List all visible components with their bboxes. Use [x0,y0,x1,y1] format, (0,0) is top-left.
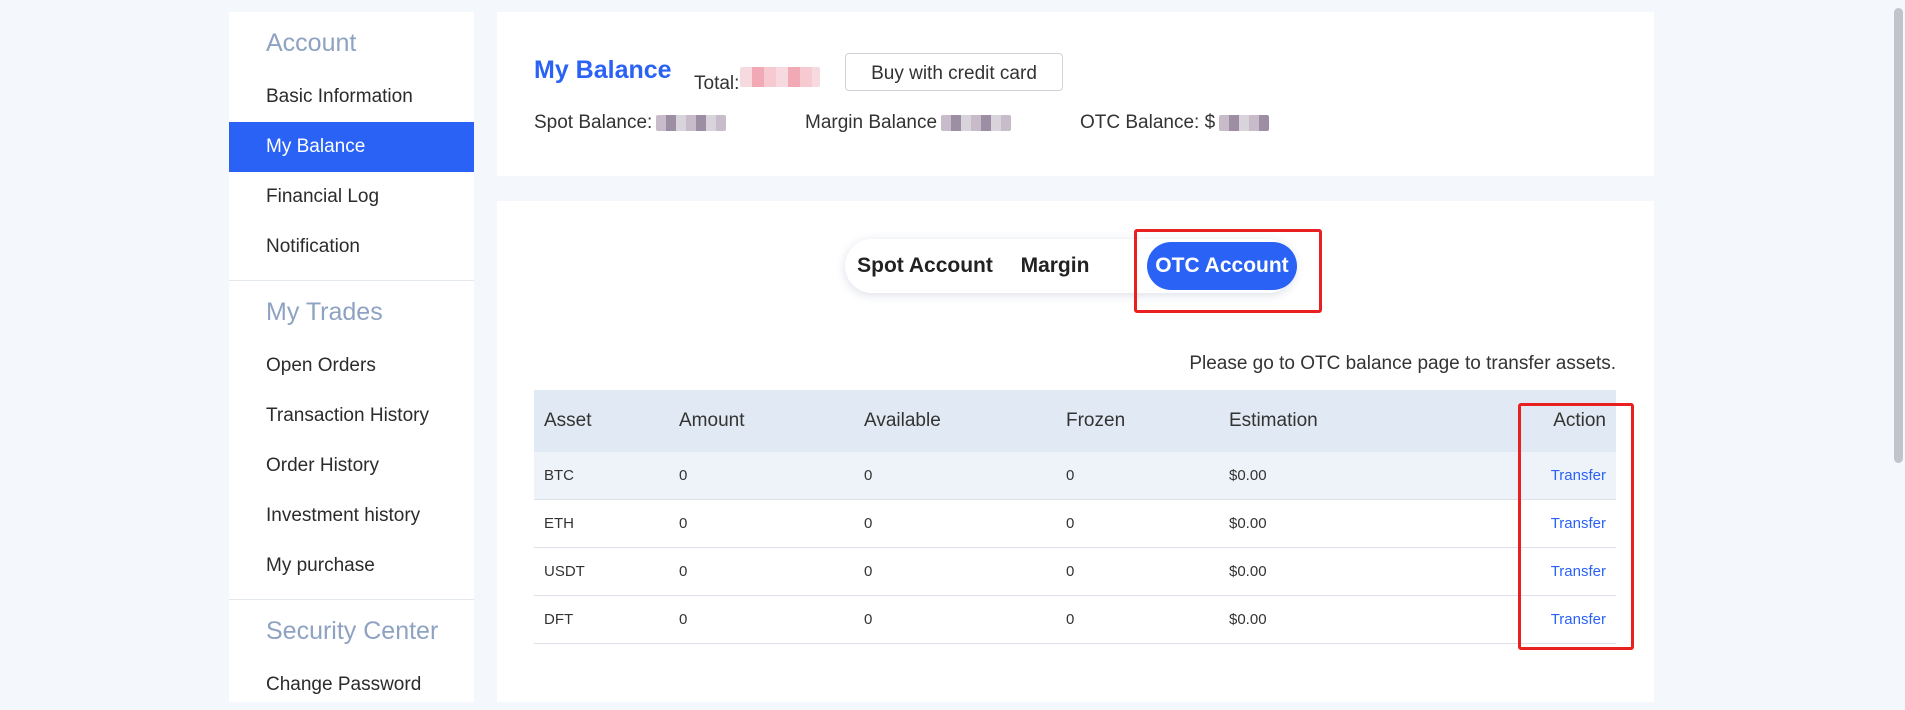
otc-balance-value-redacted [1219,114,1270,131]
column-header-amount: Amount [669,390,854,452]
cell-action: Transfer [1444,547,1616,596]
total-label: Total: [694,73,740,94]
sidebar-item-investment-history[interactable]: Investment history [229,491,474,541]
sidebar-item-order-history[interactable]: Order History [229,441,474,491]
sidebar-item-my-purchase[interactable]: My purchase [229,541,474,591]
cell-asset: BTC [534,452,669,500]
column-header-action: Action [1444,390,1616,452]
cell-estimation: $0.00 [1219,452,1445,500]
cell-frozen: 0 [1056,595,1219,644]
transfer-link[interactable]: Transfer [1551,467,1606,484]
account-tabs: Spot Account Margin OTC Account [845,239,1297,293]
table-row: ETH 0 0 0 $0.00 Transfer [534,499,1616,548]
transfer-link[interactable]: Transfer [1551,611,1606,628]
sidebar-item-open-orders[interactable]: Open Orders [229,341,474,391]
sidebar-section-my-trades: My Trades Open Orders Transaction Histor… [229,281,474,600]
spot-balance: Spot Balance: [534,112,727,134]
asset-table: Asset Amount Available Frozen Estimation… [534,390,1616,644]
cell-frozen: 0 [1056,499,1219,548]
margin-balance-value-redacted [941,114,1012,131]
cell-available: 0 [854,595,1056,644]
sidebar: Account Basic Information My Balance Fin… [229,12,474,702]
table-row: BTC 0 0 0 $0.00 Transfer [534,452,1616,500]
column-header-estimation: Estimation [1219,390,1445,452]
column-header-available: Available [854,390,1056,452]
cell-estimation: $0.00 [1219,547,1445,596]
balance-summary-card: My Balance Total: Buy with credit card S… [497,12,1654,176]
sidebar-heading-security-center: Security Center [266,617,439,645]
margin-balance-label: Margin Balance [805,112,938,133]
cell-action: Transfer [1444,452,1616,500]
sidebar-section-security-center: Security Center Change Password [229,600,474,710]
sidebar-item-basic-information[interactable]: Basic Information [229,72,474,122]
cell-asset: USDT [534,547,669,596]
table-header-row: Asset Amount Available Frozen Estimation… [534,390,1616,452]
sidebar-item-notification[interactable]: Notification [229,222,474,272]
buy-with-credit-card-button[interactable]: Buy with credit card [845,53,1063,91]
cell-action: Transfer [1444,595,1616,644]
tab-spot-account[interactable]: Spot Account [855,239,995,293]
sidebar-item-change-password[interactable]: Change Password [229,660,474,710]
sidebar-item-my-balance[interactable]: My Balance [229,122,474,172]
sidebar-section-account: Account Basic Information My Balance Fin… [229,12,474,281]
otc-balance: OTC Balance: $ [1080,112,1270,134]
sidebar-heading-account: Account [266,29,357,57]
cell-asset: ETH [534,499,669,548]
transfer-link[interactable]: Transfer [1551,563,1606,580]
cell-action: Transfer [1444,499,1616,548]
total-value-redacted [740,67,820,87]
cell-frozen: 0 [1056,547,1219,596]
page-scrollbar-thumb[interactable] [1894,8,1903,463]
cell-available: 0 [854,499,1056,548]
margin-balance: Margin Balance [805,112,1012,134]
tab-otc-account[interactable]: OTC Account [1147,242,1297,290]
cell-asset: DFT [534,595,669,644]
cell-amount: 0 [669,595,854,644]
cell-available: 0 [854,452,1056,500]
cell-estimation: $0.00 [1219,595,1445,644]
column-header-asset: Asset [534,390,669,452]
sidebar-item-financial-log[interactable]: Financial Log [229,172,474,222]
page-title: My Balance [534,56,672,84]
cell-available: 0 [854,547,1056,596]
cell-estimation: $0.00 [1219,499,1445,548]
spot-balance-label: Spot Balance: [534,112,653,133]
table-row: DFT 0 0 0 $0.00 Transfer [534,595,1616,644]
spot-balance-value-redacted [656,114,727,131]
transfer-notice: Please go to OTC balance page to transfe… [1189,353,1616,374]
sidebar-item-transaction-history[interactable]: Transaction History [229,391,474,441]
cell-frozen: 0 [1056,452,1219,500]
transfer-link[interactable]: Transfer [1551,515,1606,532]
cell-amount: 0 [669,452,854,500]
sidebar-heading-my-trades: My Trades [266,298,383,326]
tab-margin[interactable]: Margin [1005,239,1105,293]
table-row: USDT 0 0 0 $0.00 Transfer [534,547,1616,596]
cell-amount: 0 [669,499,854,548]
otc-balance-label: OTC Balance: $ [1080,112,1216,133]
column-header-frozen: Frozen [1056,390,1219,452]
accounts-card: Spot Account Margin OTC Account Please g… [497,201,1654,702]
cell-amount: 0 [669,547,854,596]
